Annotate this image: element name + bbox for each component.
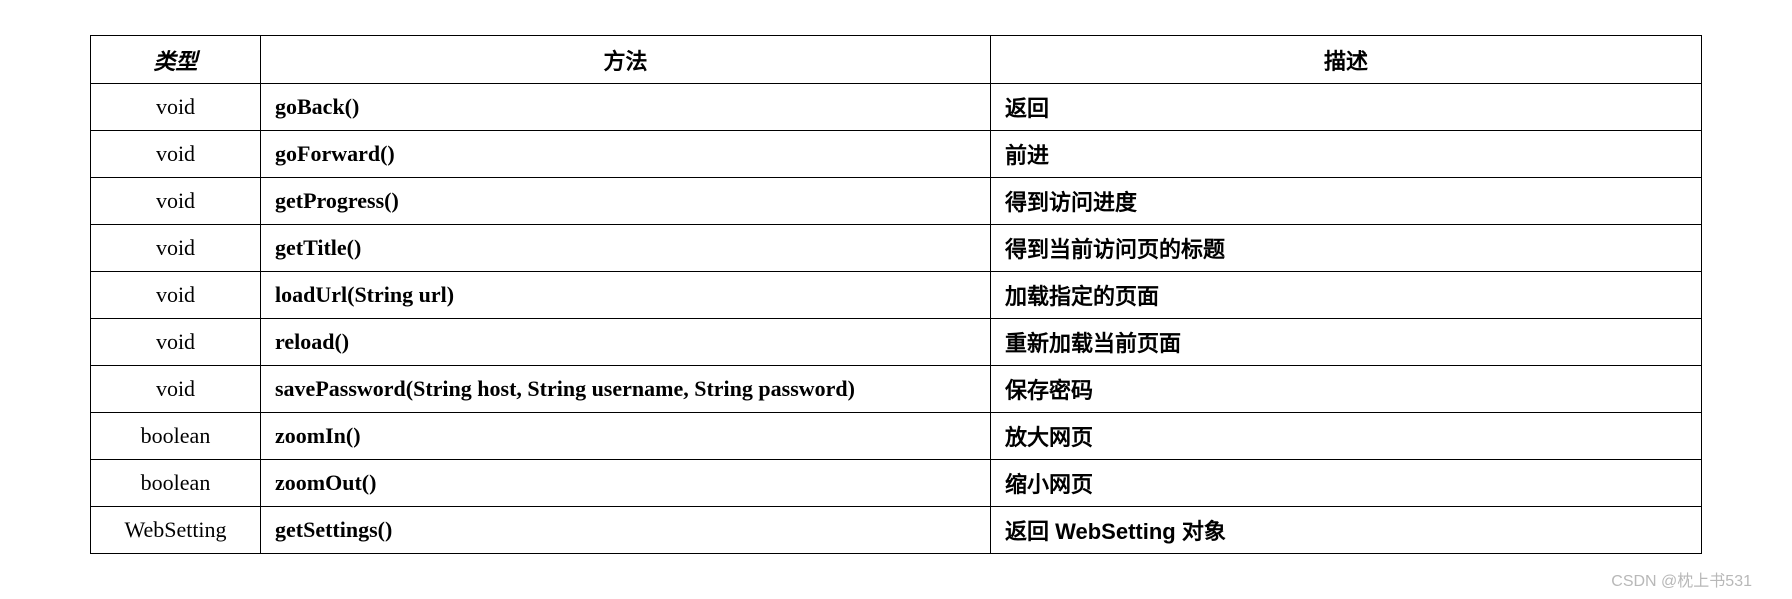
table-row: void getTitle() 得到当前访问页的标题	[91, 225, 1702, 272]
type-cell: void	[91, 366, 261, 413]
type-cell: boolean	[91, 460, 261, 507]
watermark-text: CSDN @枕上书531	[1611, 567, 1752, 591]
description-cell: 得到当前访问页的标题	[991, 225, 1702, 272]
description-cell: 得到访问进度	[991, 178, 1702, 225]
description-cell: 返回	[991, 84, 1702, 131]
header-description: 描述	[991, 36, 1702, 84]
table-row: void savePassword(String host, String us…	[91, 366, 1702, 413]
type-cell: void	[91, 225, 261, 272]
method-cell: zoomIn()	[261, 413, 991, 460]
table-row: boolean zoomOut() 缩小网页	[91, 460, 1702, 507]
table-row: void getProgress() 得到访问进度	[91, 178, 1702, 225]
table-row: WebSetting getSettings() 返回 WebSetting 对…	[91, 507, 1702, 554]
description-cell: 缩小网页	[991, 460, 1702, 507]
method-cell: goBack()	[261, 84, 991, 131]
method-cell: getSettings()	[261, 507, 991, 554]
header-type: 类型	[91, 36, 261, 84]
table-row: void reload() 重新加载当前页面	[91, 319, 1702, 366]
table-row: void goForward() 前进	[91, 131, 1702, 178]
description-cell: 返回 WebSetting 对象	[991, 507, 1702, 554]
table-row: boolean zoomIn() 放大网页	[91, 413, 1702, 460]
type-cell: void	[91, 319, 261, 366]
table-row: void goBack() 返回	[91, 84, 1702, 131]
method-cell: getTitle()	[261, 225, 991, 272]
description-cell: 保存密码	[991, 366, 1702, 413]
type-cell: WebSetting	[91, 507, 261, 554]
method-cell: loadUrl(String url)	[261, 272, 991, 319]
table-header-row: 类型 方法 描述	[91, 36, 1702, 84]
method-reference-table: 类型 方法 描述 void goBack() 返回 void goForward…	[90, 35, 1702, 554]
description-cell: 前进	[991, 131, 1702, 178]
description-cell: 加载指定的页面	[991, 272, 1702, 319]
method-cell: getProgress()	[261, 178, 991, 225]
type-cell: void	[91, 272, 261, 319]
description-cell: 重新加载当前页面	[991, 319, 1702, 366]
method-cell: zoomOut()	[261, 460, 991, 507]
type-cell: boolean	[91, 413, 261, 460]
method-cell: reload()	[261, 319, 991, 366]
method-cell: goForward()	[261, 131, 991, 178]
type-cell: void	[91, 178, 261, 225]
type-cell: void	[91, 84, 261, 131]
table-row: void loadUrl(String url) 加载指定的页面	[91, 272, 1702, 319]
header-method: 方法	[261, 36, 991, 84]
description-cell: 放大网页	[991, 413, 1702, 460]
type-cell: void	[91, 131, 261, 178]
method-cell: savePassword(String host, String usernam…	[261, 366, 991, 413]
